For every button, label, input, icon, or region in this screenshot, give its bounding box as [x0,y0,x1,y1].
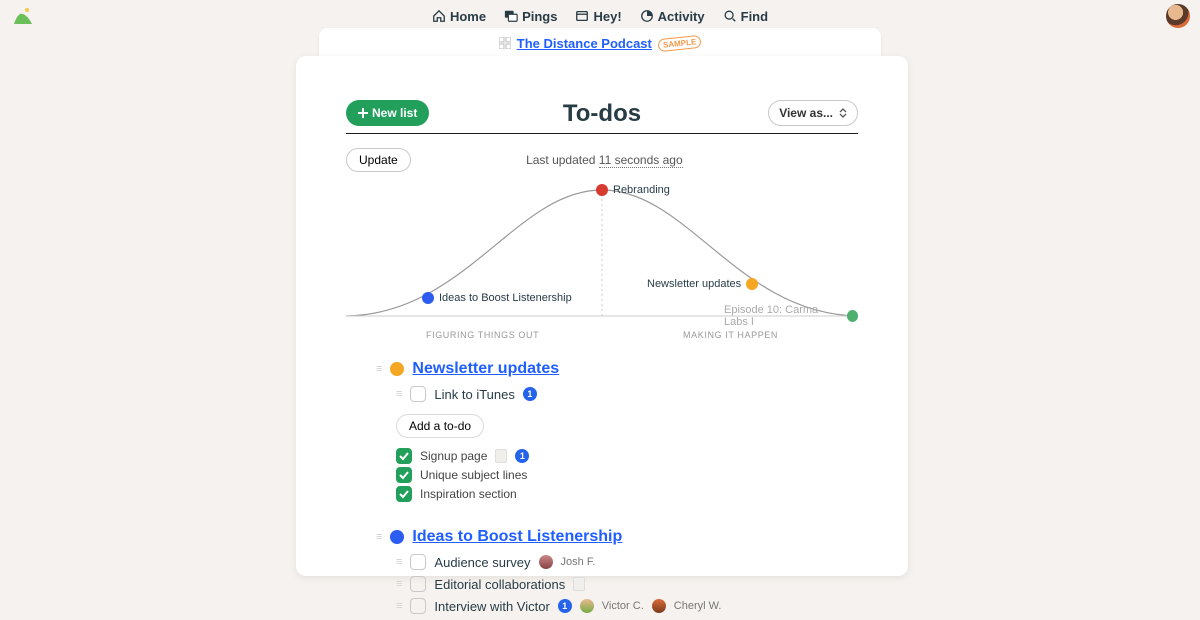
marker-label: Rebranding [613,184,670,196]
main-card: New list To-dos View as... Update Last u… [296,56,908,576]
todo-checkbox[interactable] [410,386,426,402]
todo-item[interactable]: ≡ Link to iTunes 1 [376,386,858,402]
marker-dot [596,184,608,196]
comment-count-badge[interactable]: 1 [515,449,529,463]
activity-icon [640,9,654,23]
todo-title: Inspiration section [420,487,517,501]
todo-item-done[interactable]: Unique subject lines [376,467,858,483]
marker-label: Episode 10: Carma Labs I [724,304,842,328]
assignee-name: Josh F. [561,556,596,568]
view-as-label: View as... [779,106,833,120]
nav-pings[interactable]: Pings [504,9,557,24]
drag-handle-icon[interactable]: ≡ [396,578,402,590]
nav-label: Activity [658,9,705,24]
assignee-avatar [580,599,594,613]
todo-title: Editorial collaborations [434,577,565,592]
plus-icon [358,108,368,118]
hill-marker-newsletter[interactable]: Newsletter updates [647,278,758,290]
drag-handle-icon[interactable]: ≡ [396,388,402,400]
section-dot [390,362,404,376]
todo-title: Audience survey [434,555,530,570]
comment-count-badge[interactable]: 1 [558,599,572,613]
nav-label: Hey! [593,9,621,24]
home-icon [432,9,446,23]
drag-handle-icon[interactable]: ≡ [376,531,382,543]
todo-item[interactable]: ≡ Audience survey Josh F. [376,554,858,570]
hey-icon [575,9,589,23]
todo-checkbox-done[interactable] [396,486,412,502]
add-todo-button[interactable]: Add a to-do [396,414,484,438]
doc-icon [573,577,585,591]
breadcrumb[interactable]: The Distance Podcast SAMPLE [319,28,881,58]
todo-checkbox[interactable] [410,554,426,570]
project-icon [499,37,511,49]
drag-handle-icon[interactable]: ≡ [396,600,402,612]
todo-item[interactable]: ≡ Interview with Victor 1 Victor C. Cher… [376,598,858,614]
nav-label: Pings [522,9,557,24]
assignee-avatar [652,599,666,613]
user-avatar[interactable] [1166,4,1190,28]
assignee-avatar [539,555,553,569]
nav-find[interactable]: Find [723,9,768,24]
marker-dot [422,292,434,304]
todo-checkbox-done[interactable] [396,448,412,464]
update-button[interactable]: Update [346,148,411,172]
comment-count-badge[interactable]: 1 [523,387,537,401]
section-title-link[interactable]: Ideas to Boost Listenership [412,528,622,546]
hill-marker-episode[interactable]: Episode 10: Carma Labs I [724,304,858,328]
todo-section-newsletter: ≡ Newsletter updates ≡ Link to iTunes 1 … [346,360,858,502]
marker-label: Ideas to Boost Listenership [439,292,572,304]
todo-title: Interview with Victor [434,599,549,614]
section-title-link[interactable]: Newsletter updates [412,360,559,378]
marker-dot [847,310,858,322]
new-list-button[interactable]: New list [346,100,429,126]
assignee-name: Victor C. [602,600,644,612]
todo-item-done[interactable]: Inspiration section [376,486,858,502]
nav-label: Home [450,9,486,24]
todo-section-ideas: ≡ Ideas to Boost Listenership ≡ Audience… [346,528,858,614]
drag-handle-icon[interactable]: ≡ [396,556,402,568]
todo-title: Unique subject lines [420,468,527,482]
sample-badge: SAMPLE [657,34,701,51]
last-updated: Last updated 11 seconds ago [526,153,683,167]
hill-marker-rebranding[interactable]: Rebranding [596,184,670,196]
hill-chart: Rebranding Ideas to Boost Listenership N… [346,174,858,334]
todo-item-done[interactable]: Signup page 1 [376,448,858,464]
section-dot [390,530,404,544]
nav-hey[interactable]: Hey! [575,9,621,24]
todo-title: Signup page [420,449,487,463]
new-list-label: New list [372,106,417,120]
chevron-updown-icon [839,108,847,118]
pings-icon [504,9,518,23]
page-title: To-dos [563,100,641,128]
todo-checkbox-done[interactable] [396,467,412,483]
project-link[interactable]: The Distance Podcast [517,36,652,51]
view-as-button[interactable]: View as... [768,100,858,126]
todo-title: Link to iTunes [434,387,514,402]
nav-activity[interactable]: Activity [640,9,705,24]
todo-checkbox[interactable] [410,598,426,614]
nav-home[interactable]: Home [432,9,486,24]
doc-icon [495,449,507,463]
marker-dot [746,278,758,290]
drag-handle-icon[interactable]: ≡ [376,363,382,375]
search-icon [723,9,737,23]
todo-item[interactable]: ≡ Editorial collaborations [376,576,858,592]
assignee-name: Cheryl W. [674,600,722,612]
nav-label: Find [741,9,768,24]
hill-marker-ideas[interactable]: Ideas to Boost Listenership [422,292,572,304]
todo-checkbox[interactable] [410,576,426,592]
marker-label: Newsletter updates [647,278,741,290]
